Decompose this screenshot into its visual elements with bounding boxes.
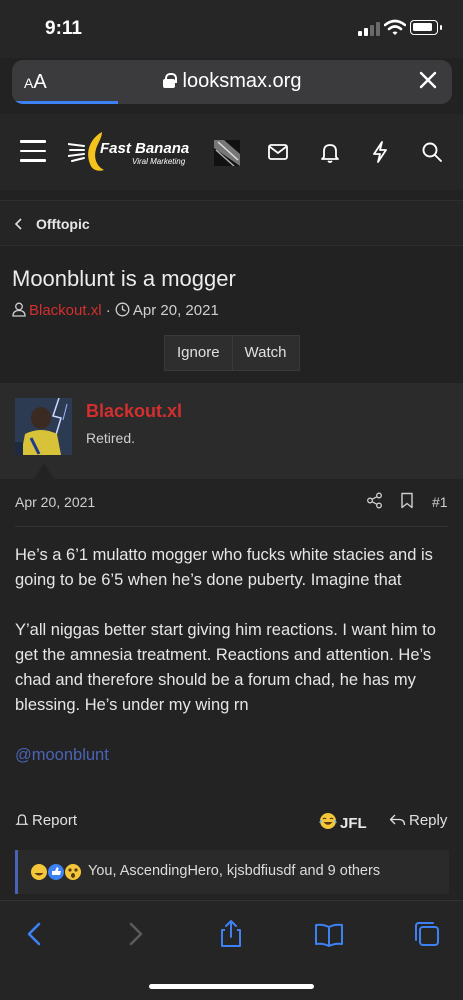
- thread-title: Moonblunt is a mogger: [12, 266, 236, 291]
- back-icon[interactable]: [20, 919, 50, 949]
- breadcrumb-label[interactable]: Offtopic: [36, 216, 90, 232]
- site-header: Fast Banana Viral Marketing: [0, 114, 463, 190]
- bell-icon: [15, 814, 29, 825]
- user-icon: [12, 302, 26, 317]
- alerts-icon[interactable]: [318, 140, 342, 164]
- post-paragraph: He’s a 6’1 mulatto mogger who fucks whit…: [15, 546, 433, 589]
- reactions-text: You, AscendingHero, kjsbdfiusdf and 9 ot…: [88, 863, 381, 879]
- menu-icon[interactable]: [20, 140, 46, 162]
- address-bar[interactable]: AA looksmax.org: [12, 60, 452, 104]
- report-button[interactable]: Report: [15, 812, 77, 829]
- reaction-emojis-icon: [31, 864, 81, 880]
- thread-date[interactable]: Apr 20, 2021: [133, 302, 219, 319]
- watch-button[interactable]: Watch: [231, 336, 299, 370]
- wifi-icon: [384, 19, 406, 35]
- logo-subtitle: Viral Marketing: [132, 157, 186, 166]
- reply-button[interactable]: Reply: [389, 812, 447, 829]
- share-icon[interactable]: [366, 492, 383, 509]
- url-field[interactable]: looksmax.org: [12, 70, 452, 93]
- forward-icon[interactable]: [120, 919, 150, 949]
- tabs-icon[interactable]: [412, 919, 442, 949]
- status-time: 9:11: [45, 18, 82, 39]
- post-date[interactable]: Apr 20, 2021: [15, 494, 95, 510]
- thread-button-group: Ignore Watch: [164, 335, 300, 371]
- post-username[interactable]: Blackout.xl: [86, 401, 182, 422]
- bookmark-icon[interactable]: [400, 492, 414, 509]
- close-icon[interactable]: [416, 68, 440, 92]
- bookmarks-icon[interactable]: [314, 919, 344, 949]
- reply-icon: [389, 814, 406, 826]
- user-avatar[interactable]: [214, 140, 240, 167]
- post-footer-actions: Report JFL Reply: [15, 810, 450, 832]
- thread-meta: Blackout.xl · Apr 20, 2021: [12, 302, 219, 319]
- page-load-progress: [12, 101, 118, 104]
- thread-author-link[interactable]: Blackout.xl: [29, 302, 102, 319]
- avatar-pointer: [34, 463, 54, 479]
- cellular-signal-icon: [358, 22, 380, 36]
- battery-icon: [410, 20, 442, 35]
- post-body: Apr 20, 2021 #1 He’s a 6’1 mulatto mogge…: [0, 479, 463, 899]
- jfl-reaction-button[interactable]: JFL: [319, 812, 367, 832]
- reactions-summary[interactable]: You, AscendingHero, kjsbdfiusdf and 9 ot…: [15, 850, 449, 894]
- jfl-label: JFL: [340, 815, 367, 832]
- breadcrumb[interactable]: Offtopic: [0, 200, 463, 246]
- url-text: looksmax.org: [182, 70, 302, 92]
- avatar[interactable]: [15, 398, 72, 455]
- chevron-left-icon: [14, 218, 22, 230]
- search-icon[interactable]: [420, 140, 444, 164]
- site-logo[interactable]: Fast Banana Viral Marketing: [68, 130, 190, 174]
- post-content: He’s a 6’1 mulatto mogger who fucks whit…: [15, 543, 450, 793]
- reply-label: Reply: [409, 812, 448, 829]
- inbox-icon[interactable]: [266, 140, 290, 164]
- post-paragraph: Y’all niggas better start giving him rea…: [15, 621, 436, 714]
- whats-new-icon[interactable]: [368, 140, 392, 164]
- mention-link[interactable]: @moonblunt: [15, 743, 450, 768]
- share-icon[interactable]: [216, 919, 246, 949]
- laughing-emoji-icon: [319, 813, 337, 829]
- post-author-block: Blackout.xl Retired.: [0, 383, 463, 479]
- ignore-button[interactable]: Ignore: [165, 336, 232, 370]
- status-bar: 9:11: [0, 0, 463, 58]
- home-indicator: [149, 984, 314, 989]
- divider: [15, 526, 448, 527]
- user-title: Retired.: [86, 430, 136, 446]
- logo-title: Fast Banana: [100, 140, 190, 157]
- report-label: Report: [32, 812, 78, 829]
- lock-icon: [162, 73, 177, 88]
- meta-separator: ·: [105, 302, 111, 319]
- post-number[interactable]: #1: [432, 494, 448, 510]
- clock-icon: [115, 302, 130, 317]
